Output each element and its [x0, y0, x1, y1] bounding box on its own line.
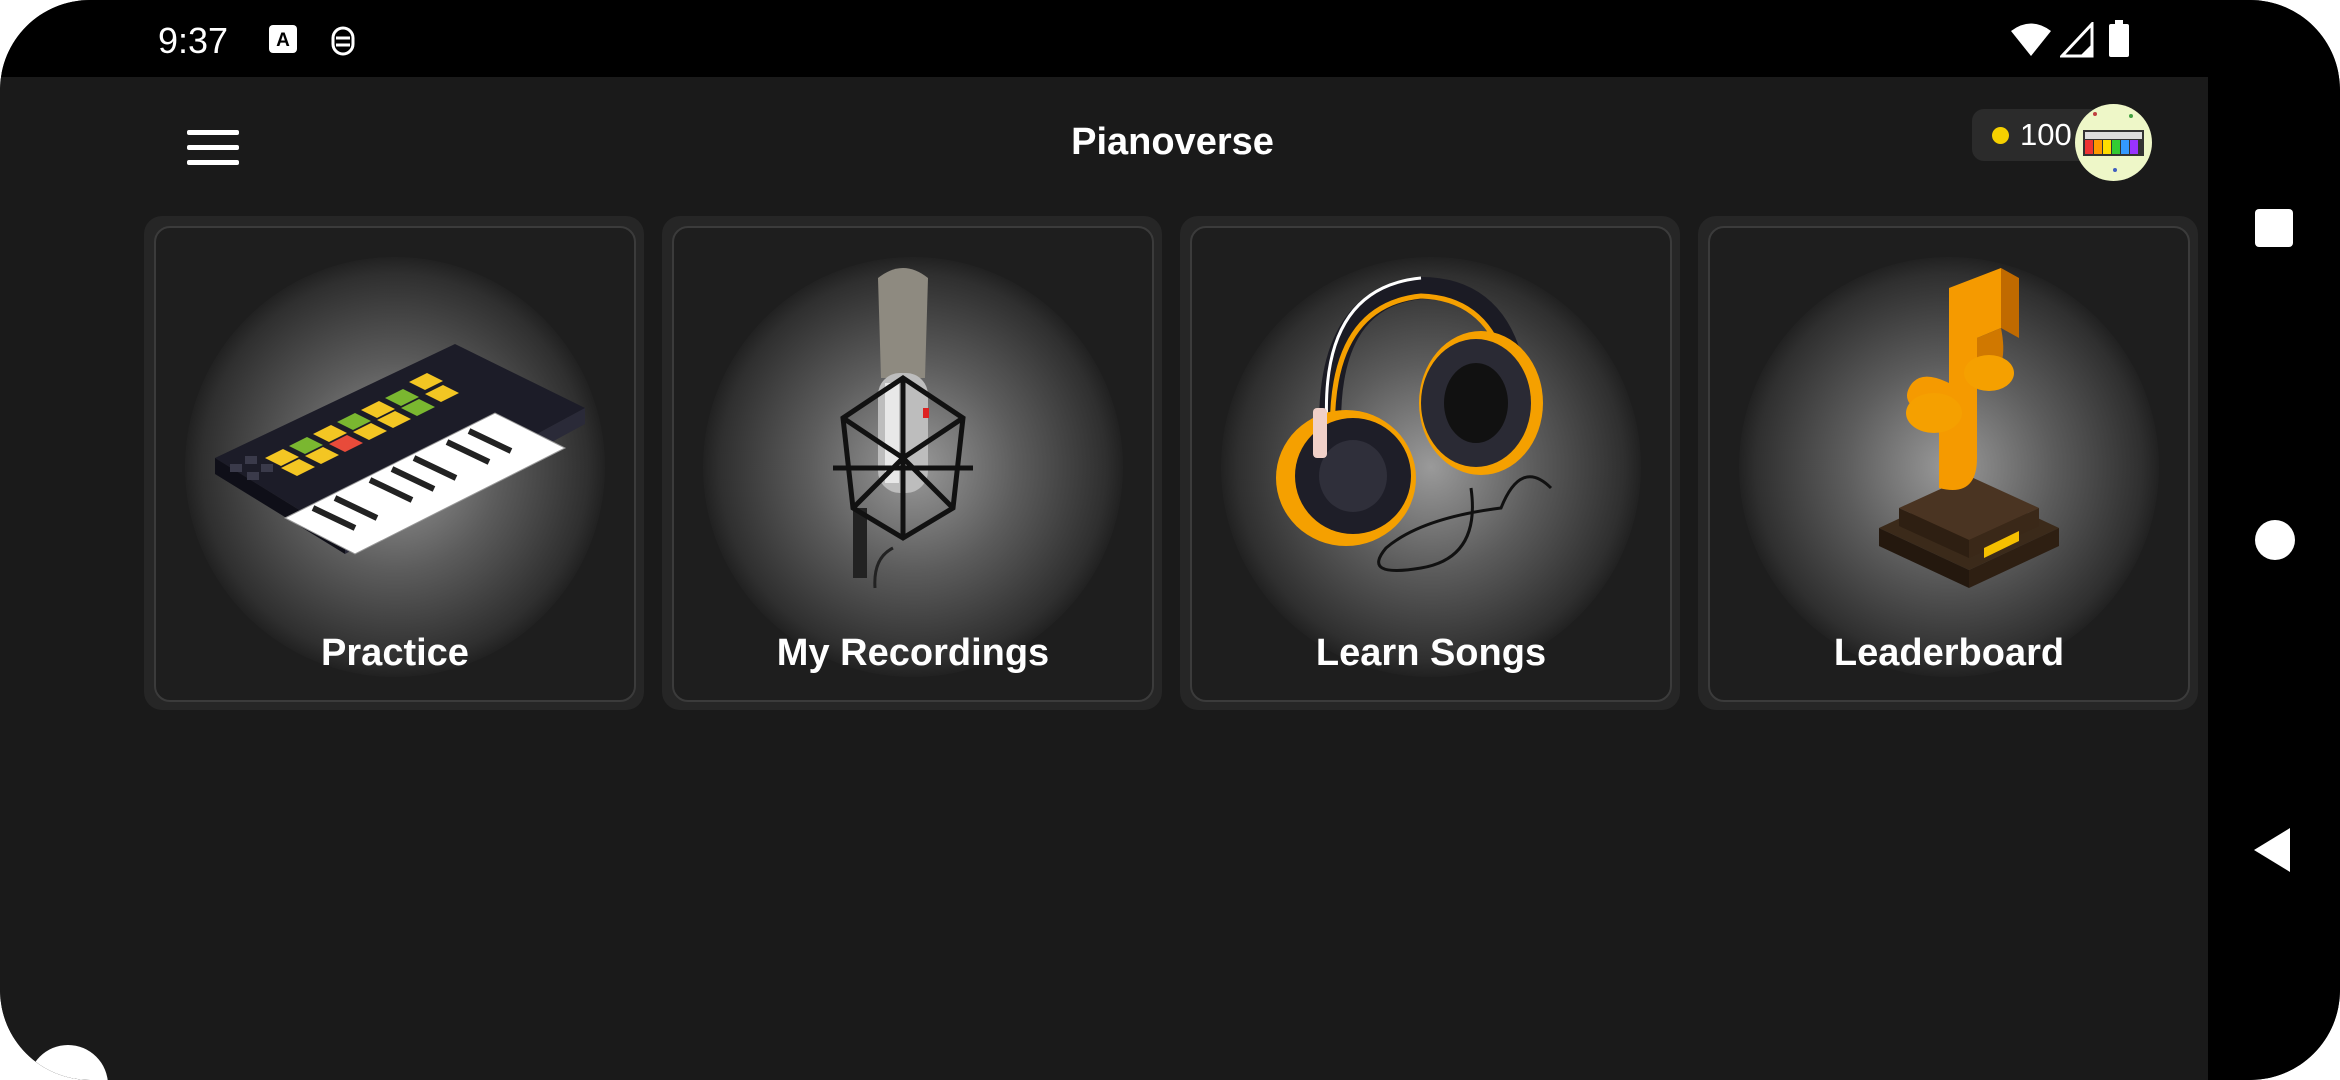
svg-text:A: A	[276, 30, 290, 51]
coin-count: 100	[2020, 117, 2072, 152]
robot-notification-icon	[331, 26, 355, 56]
learn-songs-label: Learn Songs	[1315, 632, 1547, 674]
recents-button[interactable]	[2254, 208, 2294, 248]
learn-songs-card[interactable]: Learn Songs	[1180, 216, 1680, 710]
back-button[interactable]	[2252, 826, 2292, 874]
keyboard-avatar-icon	[2083, 112, 2144, 172]
avatar[interactable]	[2075, 104, 2152, 181]
status-time: 9:37	[158, 20, 229, 61]
practice-card[interactable]: Practice	[144, 216, 644, 710]
app-content: Pianoverse 100 Practice My Recordings Le…	[0, 77, 2208, 1080]
status-bar: 9:37 A	[0, 0, 2208, 77]
leaderboard-card[interactable]: Leaderboard	[1698, 216, 2198, 710]
coin-icon	[1992, 127, 2009, 144]
wifi-icon	[2011, 23, 2051, 56]
floating-assist-button[interactable]	[28, 1045, 108, 1080]
leaderboard-label: Leaderboard	[1833, 632, 2065, 674]
home-button[interactable]	[2254, 519, 2296, 561]
my-recordings-card[interactable]: My Recordings	[662, 216, 1162, 710]
my-recordings-label: My Recordings	[776, 632, 1050, 674]
device-frame: 9:37 A Pianoverse 100 Practice My Record…	[0, 0, 2340, 1080]
keyboard-icon	[215, 344, 585, 555]
microphone-icon	[833, 268, 973, 589]
battery-icon	[2109, 20, 2129, 57]
trophy-icon	[1879, 268, 2059, 588]
practice-label: Practice	[321, 632, 469, 674]
navigation-bar	[2208, 0, 2340, 1080]
headphones-icon	[1276, 276, 1553, 572]
signal-icon	[2060, 22, 2094, 58]
text-notification-icon: A	[269, 25, 297, 53]
